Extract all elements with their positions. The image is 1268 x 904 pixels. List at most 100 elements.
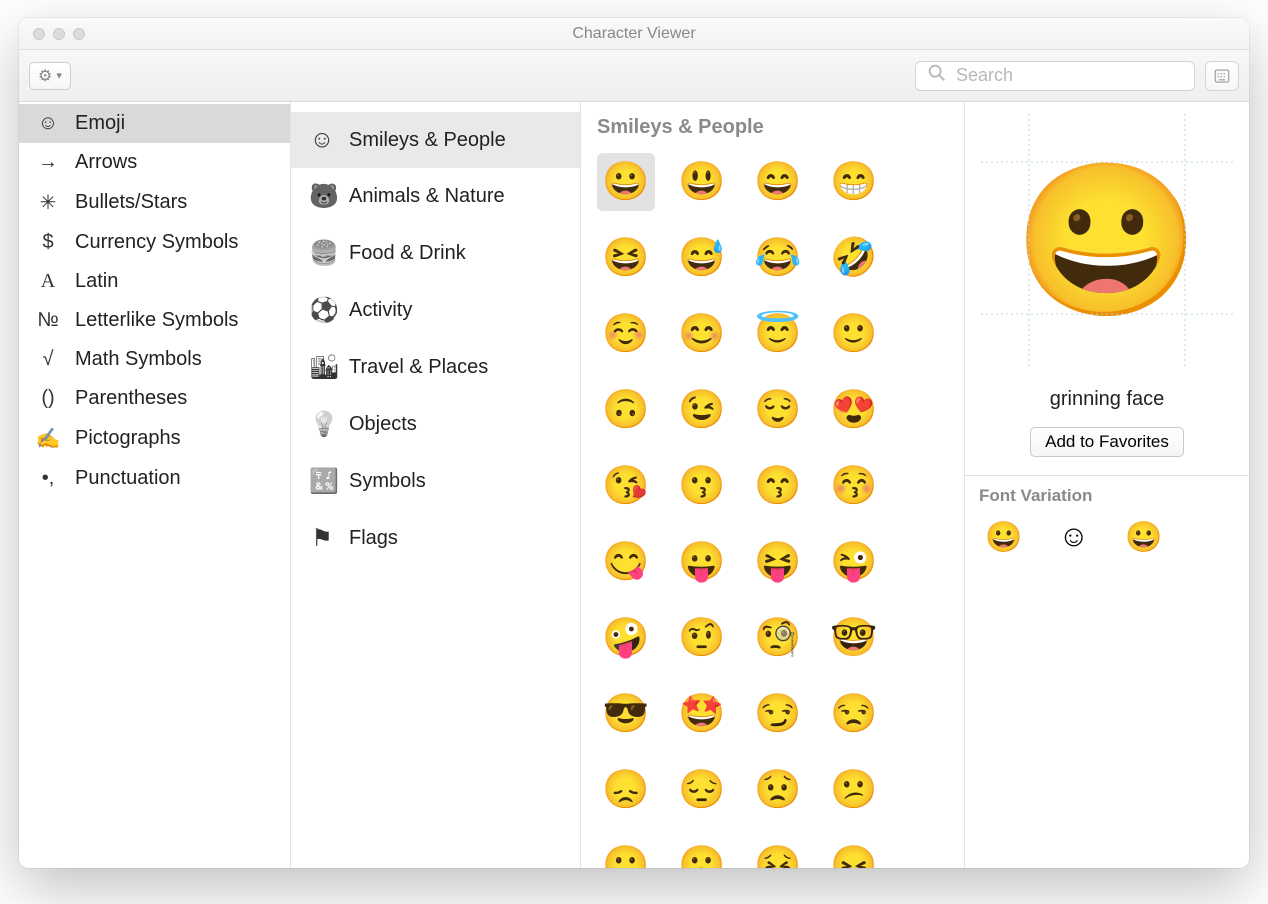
character-cell[interactable]: 🙃 <box>597 381 655 439</box>
character-cell[interactable]: 😉 <box>673 381 731 439</box>
gear-icon: ⚙ <box>38 66 52 86</box>
character-cell[interactable]: 😔 <box>673 761 731 819</box>
category-icon: A <box>35 270 61 293</box>
character-cell[interactable]: 😘 <box>597 457 655 515</box>
character-cell[interactable]: 🤩 <box>673 685 731 743</box>
subcategory-icon: ⚽ <box>309 296 335 325</box>
character-cell[interactable]: 😇 <box>749 305 807 363</box>
character-cell[interactable]: 😊 <box>673 305 731 363</box>
character-cell[interactable]: 😁 <box>825 153 883 211</box>
settings-menu-button[interactable]: ⚙ ▾ <box>29 62 71 90</box>
character-cell[interactable]: 😣 <box>749 837 807 868</box>
window-title: Character Viewer <box>19 25 1249 43</box>
main-content: ☺Emoji → Arrows ✳Bullets/Stars$Currency Sym… <box>19 102 1249 868</box>
subcategory-label: Animals & Nature <box>349 185 505 208</box>
font-variant[interactable]: 😀 <box>1125 520 1162 555</box>
character-cell[interactable]: 😋 <box>597 533 655 591</box>
search-icon <box>926 62 948 89</box>
character-cell[interactable]: 🙁 <box>597 837 655 868</box>
category-label: Latin <box>75 270 118 293</box>
character-cell[interactable]: 🧐 <box>749 609 807 667</box>
category-item[interactable]: ☺Emoji <box>19 104 290 143</box>
character-grid-pane: Smileys & People 😀😃😄😁😆😅😂🤣☺️😊😇🙂🙃😉😌😍😘😗😙😚😋😛… <box>581 102 965 868</box>
character-cell[interactable]: 🙂 <box>825 305 883 363</box>
character-cell[interactable]: 🤣 <box>825 229 883 287</box>
character-cell[interactable]: 😞 <box>597 761 655 819</box>
subcategory-label: Symbols <box>349 470 426 493</box>
character-cell[interactable]: 😕 <box>825 761 883 819</box>
character-cell[interactable]: 😒 <box>825 685 883 743</box>
character-cell[interactable]: 😃 <box>673 153 731 211</box>
character-viewer-window: Character Viewer ⚙ ▾ ☺E <box>19 18 1249 868</box>
character-cell[interactable]: 😖 <box>825 837 883 868</box>
font-variant[interactable]: ☺ <box>1058 520 1089 555</box>
subcategory-item[interactable]: 🍔Food & Drink <box>291 225 580 282</box>
font-variation-list: 😀 ☺ 😀 <box>965 514 1249 561</box>
character-cell[interactable]: 😟 <box>749 761 807 819</box>
character-cell[interactable]: 😜 <box>825 533 883 591</box>
category-label: Punctuation <box>75 467 181 490</box>
category-item[interactable]: •, Punctuation <box>19 459 290 498</box>
collapse-viewer-button[interactable] <box>1205 61 1239 91</box>
font-variant[interactable]: 😀 <box>985 520 1022 555</box>
alignment-guides <box>981 114 1233 366</box>
titlebar: Character Viewer <box>19 18 1249 50</box>
add-to-favorites-button[interactable]: Add to Favorites <box>1030 427 1184 457</box>
subcategory-label: Activity <box>349 299 412 322</box>
character-cell[interactable]: 😚 <box>825 457 883 515</box>
category-item[interactable]: $Currency Symbols <box>19 223 290 262</box>
character-cell[interactable]: 😂 <box>749 229 807 287</box>
preview-area: 😀 grinning face Add to Favorites <box>965 102 1249 475</box>
subcategory-icon: 🔣 <box>309 467 335 496</box>
category-icon: $ <box>35 231 61 254</box>
character-cell[interactable]: 😝 <box>749 533 807 591</box>
character-cell[interactable]: ☹️ <box>673 837 731 868</box>
character-cell[interactable]: 🤪 <box>597 609 655 667</box>
font-variation-header: Font Variation <box>965 475 1249 514</box>
character-cell[interactable]: 😙 <box>749 457 807 515</box>
subcategory-item[interactable]: ☺Smileys & People <box>291 112 580 168</box>
category-icon: ☺ <box>35 112 61 135</box>
category-list: ☺Emoji → Arrows ✳Bullets/Stars$Currency Sym… <box>19 102 291 868</box>
character-cell[interactable]: 😍 <box>825 381 883 439</box>
subcategory-item[interactable]: ⚽ Activity <box>291 282 580 339</box>
character-cell[interactable]: 😅 <box>673 229 731 287</box>
character-cell[interactable]: 😀 <box>597 153 655 211</box>
character-cell[interactable]: 😎 <box>597 685 655 743</box>
character-cell[interactable]: 😗 <box>673 457 731 515</box>
close-window-button[interactable] <box>33 28 45 40</box>
subcategory-icon: 🏙 <box>309 353 335 382</box>
subcategory-item[interactable]: 🐻Animals & Nature <box>291 168 580 225</box>
subcategory-item[interactable]: 🔣 Symbols <box>291 453 580 510</box>
zoom-window-button[interactable] <box>73 28 85 40</box>
subcategory-item[interactable]: 💡Objects <box>291 396 580 453</box>
character-cell[interactable]: 😆 <box>597 229 655 287</box>
character-cell[interactable]: 😛 <box>673 533 731 591</box>
character-cell[interactable]: 🤓 <box>825 609 883 667</box>
category-item[interactable]: ✍Pictographs <box>19 418 290 459</box>
character-cell[interactable]: 😌 <box>749 381 807 439</box>
category-item[interactable]: → Arrows <box>19 143 290 182</box>
category-item[interactable]: ✳Bullets/Stars <box>19 182 290 223</box>
category-label: Math Symbols <box>75 348 202 371</box>
category-icon: → <box>35 151 61 174</box>
category-label: Arrows <box>75 151 137 174</box>
subcategory-label: Flags <box>349 527 398 550</box>
character-cell[interactable]: 😏 <box>749 685 807 743</box>
character-cell[interactable]: 😄 <box>749 153 807 211</box>
category-item[interactable]: A Latin <box>19 262 290 301</box>
minimize-window-button[interactable] <box>53 28 65 40</box>
category-item[interactable]: №Letterlike Symbols <box>19 301 290 340</box>
character-cell[interactable]: ☺️ <box>597 305 655 363</box>
category-icon: •, <box>35 467 61 490</box>
detail-pane: 😀 grinning face Add to Favorites Font Va… <box>965 102 1249 868</box>
category-item[interactable]: √Math Symbols <box>19 340 290 379</box>
category-item[interactable]: ()Parentheses <box>19 379 290 418</box>
character-cell[interactable]: 🤨 <box>673 609 731 667</box>
search-input[interactable] <box>956 65 1184 86</box>
subcategory-item[interactable]: ⚑Flags <box>291 510 580 567</box>
search-field[interactable] <box>915 61 1195 91</box>
subcategory-item[interactable]: 🏙Travel & Places <box>291 339 580 396</box>
category-icon: () <box>35 387 61 410</box>
subcategory-icon: 💡 <box>309 410 335 439</box>
